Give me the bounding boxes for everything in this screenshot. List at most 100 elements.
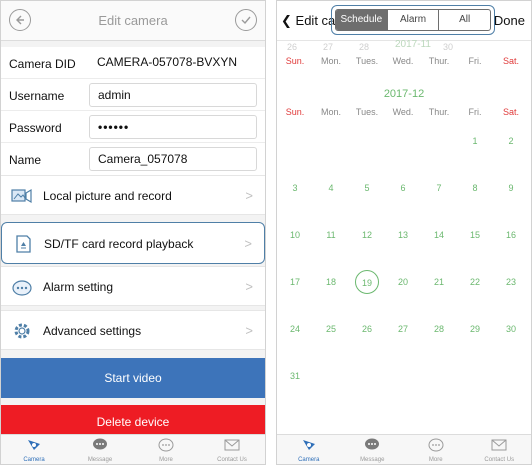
tab-camera[interactable]: Camera [1,435,67,464]
tab-more[interactable]: More [133,435,199,464]
tab-camera-label: Camera [23,457,45,463]
contact-icon [223,437,241,453]
chevron-right-icon: > [245,188,253,203]
chevron-right-icon: > [244,236,252,251]
calendar-day[interactable]: 2 [499,129,523,153]
calendar-day[interactable]: 9 [499,176,523,200]
more-icon [157,437,175,453]
form-row-camera-did: Camera DID CAMERA-057078-BVXYN [1,47,265,79]
form-row-username: Username admin [1,79,265,111]
nav-bar: ❮ Edit camera Schedule Alarm All Done [277,1,531,41]
start-video-button[interactable]: Start video [1,358,265,398]
done-button[interactable]: Done [494,13,525,28]
camera-icon [300,437,318,453]
calendar-day[interactable]: 14 [427,223,451,247]
weekday-label: Wed. [392,56,414,66]
calendar-day[interactable]: 30 [499,317,523,341]
tab-bar: Camera Message More Contact Us [277,434,531,464]
tab-message[interactable]: Message [341,435,405,464]
calendar-day-today[interactable]: 19 [355,270,379,294]
chevron-left-icon: ❮ [281,13,292,28]
calendar-day[interactable]: 25 [319,317,343,341]
calendar-day[interactable]: 3 [283,176,307,200]
calendar-day[interactable]: 18 [319,270,343,294]
calendar-day[interactable]: 31 [283,364,307,388]
calendar-day[interactable]: 28 [427,317,451,341]
local-picture-record-item[interactable]: Local picture and record > [1,175,265,215]
calendar-day[interactable]: 27 [391,317,415,341]
weekday-label: Sat. [502,107,519,117]
tab-contact-us[interactable]: Contact Us [199,435,265,464]
calendar-day[interactable]: 10 [283,223,307,247]
prev-month-title: 2017-11 [395,39,431,50]
calendar-day[interactable]: 1 [463,129,487,153]
camera-icon [25,437,43,453]
tab-more[interactable]: More [404,435,468,464]
tab-message[interactable]: Message [67,435,133,464]
calendar-day[interactable]: 23 [499,270,523,294]
more-icon [427,437,445,453]
contact-icon [490,437,508,453]
calendar-day[interactable]: 4 [319,176,343,200]
calendar-day[interactable]: 24 [283,317,307,341]
segment-alarm[interactable]: Alarm [386,10,439,30]
month-title: 2017-12 [383,88,425,100]
advanced-settings-item[interactable]: Advanced settings > [1,310,265,350]
tab-more-label: More [159,457,173,463]
calendar-day[interactable]: 12 [355,223,379,247]
password-label: Password [9,121,62,135]
calendar-day[interactable]: 11 [319,223,343,247]
name-label: Name [9,153,42,167]
calendar-day[interactable]: 20 [391,270,415,294]
calendar-day[interactable]: 17 [283,270,307,294]
confirm-check-icon[interactable] [235,9,257,31]
tab-message-label: Message [87,457,113,463]
weekday-header-prev: Sun. Mon. Tues. Wed. Thur. Fri. Sat. [277,56,531,66]
calendar-day[interactable]: 22 [463,270,487,294]
nav-bar: Edit camera [1,1,265,41]
prev-month-day: 30 [443,42,454,52]
chevron-right-icon: > [245,279,253,294]
page-title: Edit camera [98,13,168,28]
sd-card-playback-item[interactable]: SD/TF card record playback > [1,222,265,264]
weekday-label: Wed. [392,107,414,117]
edit-camera-screen: Edit camera Camera DID CAMERA-057078-BVX… [0,0,266,465]
sd-card-playback-label: SD/TF card record playback [44,237,194,251]
tab-bar: Camera Message More Contact Us [1,434,265,464]
name-field[interactable]: Camera_057078 [89,147,257,171]
calendar-day[interactable]: 6 [391,176,415,200]
weekday-label: Mon. [320,107,341,117]
calendar-day[interactable]: 21 [427,270,451,294]
calendar-day[interactable]: 13 [391,223,415,247]
calendar-day[interactable]: 7 [427,176,451,200]
chevron-right-icon: > [245,323,253,338]
delete-device-button[interactable]: Delete device [1,405,265,435]
weekday-label: Thur. [428,107,450,117]
form-row-password: Password •••••• [1,111,265,143]
camera-did-label: Camera DID [9,57,76,71]
weekday-label: Sun. [285,107,305,117]
tab-more-label: More [428,457,443,463]
prev-month-day: 26 [287,42,298,52]
prev-month-day: 27 [323,42,334,52]
username-field[interactable]: admin [89,83,257,107]
tab-contact-us-label: Contact Us [217,457,247,463]
segmented-control: Schedule Alarm All [335,9,491,31]
calendar-day[interactable]: 16 [499,223,523,247]
calendar-day[interactable]: 5 [355,176,379,200]
segment-schedule[interactable]: Schedule [336,10,387,30]
tab-camera[interactable]: Camera [277,435,341,464]
advanced-settings-label: Advanced settings [43,324,142,338]
sd-card-icon [12,234,34,254]
password-field[interactable]: •••••• [89,115,257,139]
message-icon [91,437,109,453]
segment-all[interactable]: All [438,10,490,30]
calendar-day[interactable]: 26 [355,317,379,341]
calendar-day[interactable]: 8 [463,176,487,200]
tab-camera-label: Camera [298,457,320,463]
tab-contact-us[interactable]: Contact Us [468,435,532,464]
calendar-day[interactable]: 15 [463,223,487,247]
weekday-label: Tues. [355,56,379,66]
calendar-day[interactable]: 29 [463,317,487,341]
alarm-setting-item[interactable]: Alarm setting > [1,266,265,306]
